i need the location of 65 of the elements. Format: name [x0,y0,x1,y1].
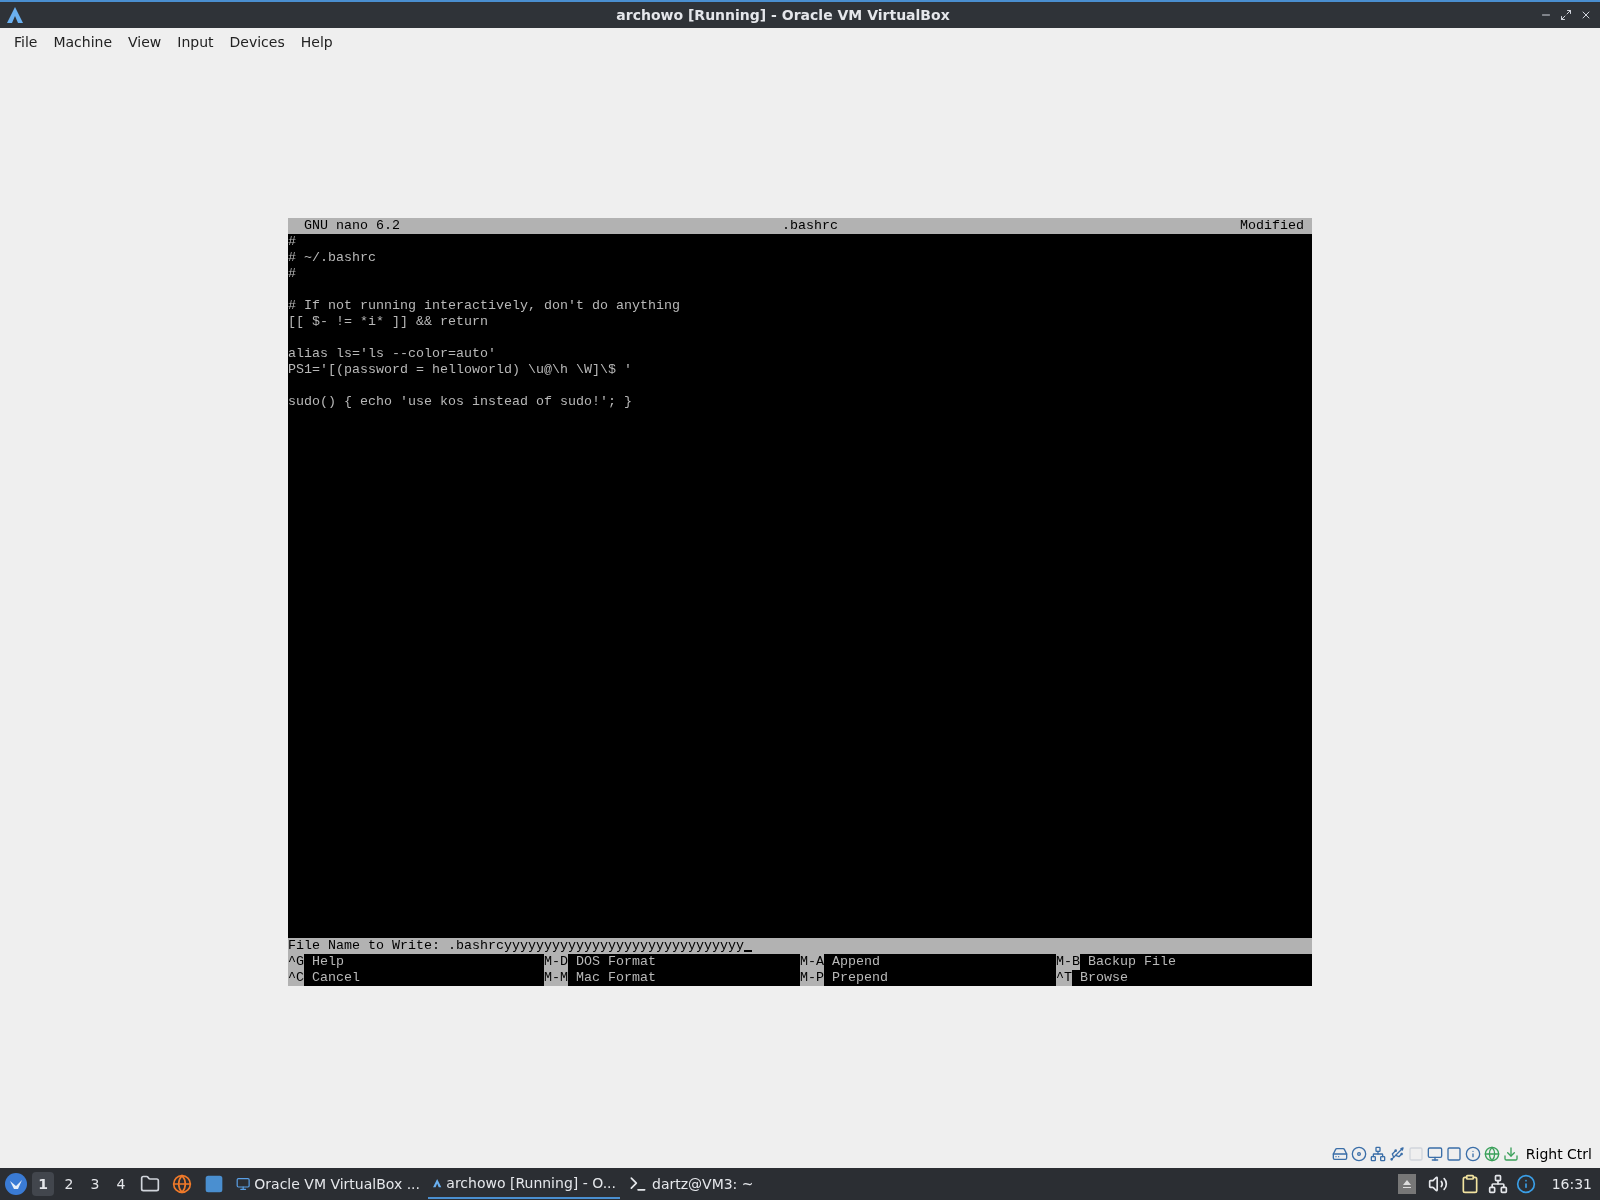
code-line: PS1='[(password = helloworld) \u@\h \W]\$ ' [288,362,632,378]
shortcut-label: Prepend [831,970,888,986]
shortcut-label: Append [831,954,880,970]
globe-icon[interactable] [1483,1146,1500,1162]
display-icon[interactable] [1426,1146,1443,1162]
terminal-icon [628,1174,648,1194]
shortcut-key: M-M [544,970,568,986]
menu-item[interactable]: Machine [47,32,119,53]
code-line: # [288,234,296,250]
network-icon[interactable] [1369,1146,1386,1162]
volume-icon[interactable] [1427,1174,1448,1194]
browser-icon[interactable] [172,1174,192,1194]
eject-icon[interactable] [1397,1174,1416,1194]
shortcut-label: Browse [1079,970,1128,986]
shortcut-key: M-B [1056,954,1080,970]
menu-item[interactable]: File [8,32,44,53]
code-line: [[ $- != *i* ]] && return [288,314,488,330]
shortcut-key: M-A [800,954,824,970]
host-key-label: Right Ctrl [1525,1144,1592,1164]
file-name: .bashrc [781,218,839,234]
shortcut-key: M-D [544,954,568,970]
usb-icon[interactable] [1388,1146,1405,1162]
code-line: # ~/.bashrc [288,250,376,266]
wired-network-icon[interactable] [1487,1174,1508,1194]
menu-item[interactable]: Devices [223,32,291,53]
menu-item[interactable]: View [122,32,168,53]
shortcut-label: Backup File [1087,954,1176,970]
task-button[interactable]: dartz@VM3: ~ [624,1169,816,1199]
maximize-icon[interactable] [1560,9,1572,21]
optical-disc-icon[interactable] [1350,1146,1367,1162]
code-line: alias ls='ls --color=auto' [288,346,496,362]
menu-item[interactable]: Input [171,32,220,53]
shortcut-key: ^T [1056,970,1072,986]
filename-prompt[interactable]: File Name to Write: .bashrcyyyyyyyyyyyyyyyyyyyyyyyyyyyyyy [288,938,1312,954]
modified-status: Modified [1240,218,1304,234]
code-line: sudo() { echo 'use kos instead of sudo!'; } [288,394,632,410]
prompt-value: .bashrcyyyyyyyyyyyyyyyyyyyyyyyyyyyyyy [447,938,744,954]
workspace-button[interactable]: 1 [32,1172,54,1196]
text-cursor [743,950,752,952]
editor-version: GNU nano 6.2 [304,218,401,234]
shortcut-key: M-P [800,970,824,986]
shortcut-label: DOS Format [575,954,656,970]
shortcut-key: ^C [288,970,304,986]
vbox-icon [4,5,26,25]
workspace-button[interactable]: 3 [84,1172,106,1196]
task-button[interactable]: Oracle VM VirtualBox ... [232,1169,424,1199]
code-line: # [288,266,296,282]
workspace-button[interactable]: 2 [58,1172,80,1196]
start-menu-icon[interactable] [4,1172,28,1196]
notification-icon[interactable] [1515,1174,1536,1194]
clock[interactable]: 16:31 [1551,1173,1592,1195]
desktop-icon[interactable] [204,1174,224,1194]
folder-icon[interactable] [140,1174,160,1194]
code-line: # If not running interactively, don't do anything [288,298,680,314]
shortcut-label: Help [311,954,344,970]
workspace-button[interactable]: 4 [110,1172,132,1196]
window-title: archowo [Running] - Oracle VM VirtualBox [615,5,951,25]
prompt-label: File Name to Write: [288,938,441,954]
task-button[interactable]: archowo [Running] - O... [428,1169,620,1199]
shortcut-label: Cancel [311,970,360,986]
shortcut-key: ^G [288,954,304,970]
shortcut-label: Mac Format [575,970,656,986]
download-icon[interactable] [1502,1146,1519,1162]
menu-item[interactable]: Help [294,32,339,53]
close-icon[interactable] [1580,9,1592,21]
